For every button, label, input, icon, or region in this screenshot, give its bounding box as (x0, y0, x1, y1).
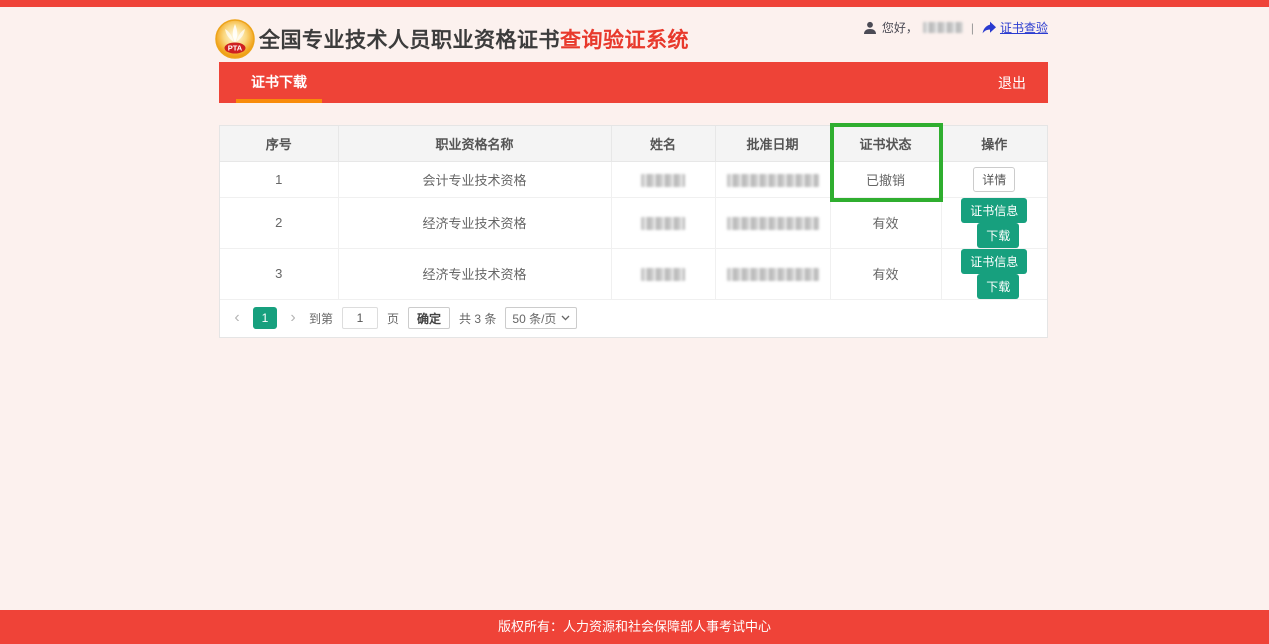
certificate-verify-link[interactable]: 证书查验 (982, 19, 1048, 36)
table-row: 2 经济专业技术资格 有效 证书信息 下载 (220, 197, 1047, 248)
col-header-approval-date: 批准日期 (715, 126, 830, 161)
col-header-name: 姓名 (611, 126, 715, 161)
cell-name (611, 248, 715, 299)
greeting-text: 您好， (882, 19, 918, 36)
cell-qualification: 会计专业技术资格 (338, 161, 611, 197)
col-header-qualification: 职业资格名称 (338, 126, 611, 161)
download-button[interactable]: 下载 (977, 274, 1019, 299)
cell-name (611, 161, 715, 197)
page-size-select[interactable]: 50 条/页 (505, 307, 577, 329)
table-row: 1 会计专业技术资格 已撤销 详情 (220, 161, 1047, 197)
chevron-down-icon (561, 315, 570, 321)
redacted-date (727, 174, 819, 187)
logout-button[interactable]: 退出 (998, 73, 1026, 93)
svg-text:PTA: PTA (228, 44, 243, 53)
separator: | (971, 21, 974, 35)
page-size-label: 50 条/页 (512, 310, 556, 327)
footer-bar: 版权所有：人力资源和社会保障部人事考试中心 (0, 610, 1269, 644)
col-header-cert-status: 证书状态 (830, 126, 941, 161)
certificate-info-button[interactable]: 证书信息 (961, 198, 1027, 223)
tab-certificate-download-label: 证书下载 (251, 74, 307, 90)
pagination-bar: ‹ 1 › 到第 页 确定 共 3 条 50 条/页 (220, 300, 1047, 337)
total-count-label: 共 3 条 (459, 310, 496, 327)
page-title-main: 全国专业技术人员职业资格证书 (259, 29, 560, 52)
table-header-row: 序号 职业资格名称 姓名 批准日期 证书状态 操作 (220, 126, 1047, 161)
cell-index: 2 (220, 197, 338, 248)
pta-logo-icon: PTA (215, 19, 255, 59)
user-info: 您好， | 证书查验 (863, 19, 1048, 36)
certificate-verify-label: 证书查验 (1000, 19, 1048, 36)
active-tab-underline (236, 99, 322, 103)
tab-certificate-download[interactable]: 证书下载 (236, 62, 322, 103)
cell-qualification: 经济专业技术资格 (338, 197, 611, 248)
cell-actions: 详情 (941, 161, 1047, 197)
cell-index: 1 (220, 161, 338, 197)
copyright-text: 版权所有：人力资源和社会保障部人事考试中心 (498, 619, 771, 634)
certificate-table: 序号 职业资格名称 姓名 批准日期 证书状态 操作 1 会计专业技术资格 已撤销… (220, 126, 1047, 300)
table-row: 3 经济专业技术资格 有效 证书信息 下载 (220, 248, 1047, 299)
col-header-index: 序号 (220, 126, 338, 161)
current-page-button[interactable]: 1 (253, 307, 277, 329)
nav-bar: 证书下载 退出 (219, 62, 1048, 103)
goto-page-suffix: 页 (387, 310, 399, 327)
redacted-date (727, 217, 819, 230)
download-button[interactable]: 下载 (977, 223, 1019, 248)
cell-approval-date (715, 197, 830, 248)
redacted-username (923, 22, 963, 33)
forward-arrow-icon (982, 21, 996, 34)
details-button[interactable]: 详情 (973, 167, 1015, 192)
next-page-arrow[interactable]: › (286, 310, 300, 326)
user-icon (863, 21, 877, 35)
top-accent-bar (0, 0, 1269, 7)
goto-page-input[interactable] (342, 307, 378, 329)
cell-cert-status: 有效 (830, 197, 941, 248)
cell-actions: 证书信息 下载 (941, 197, 1047, 248)
cell-cert-status: 已撤销 (830, 161, 941, 197)
cell-actions: 证书信息 下载 (941, 248, 1047, 299)
certificate-table-panel: 序号 职业资格名称 姓名 批准日期 证书状态 操作 1 会计专业技术资格 已撤销… (219, 125, 1048, 338)
cell-index: 3 (220, 248, 338, 299)
cell-qualification: 经济专业技术资格 (338, 248, 611, 299)
prev-page-arrow[interactable]: ‹ (230, 310, 244, 326)
redacted-name (641, 268, 685, 281)
redacted-name (641, 217, 685, 230)
page-title: 全国专业技术人员职业资格证书查询验证系统 (259, 24, 689, 54)
page-title-accent: 查询验证系统 (560, 29, 689, 52)
redacted-name (641, 174, 685, 187)
cell-name (611, 197, 715, 248)
col-header-actions: 操作 (941, 126, 1047, 161)
confirm-page-button[interactable]: 确定 (408, 307, 450, 329)
redacted-date (727, 268, 819, 281)
cell-approval-date (715, 161, 830, 197)
goto-page-prefix: 到第 (309, 310, 333, 327)
cell-approval-date (715, 248, 830, 299)
certificate-info-button[interactable]: 证书信息 (961, 249, 1027, 274)
cell-cert-status: 有效 (830, 248, 941, 299)
